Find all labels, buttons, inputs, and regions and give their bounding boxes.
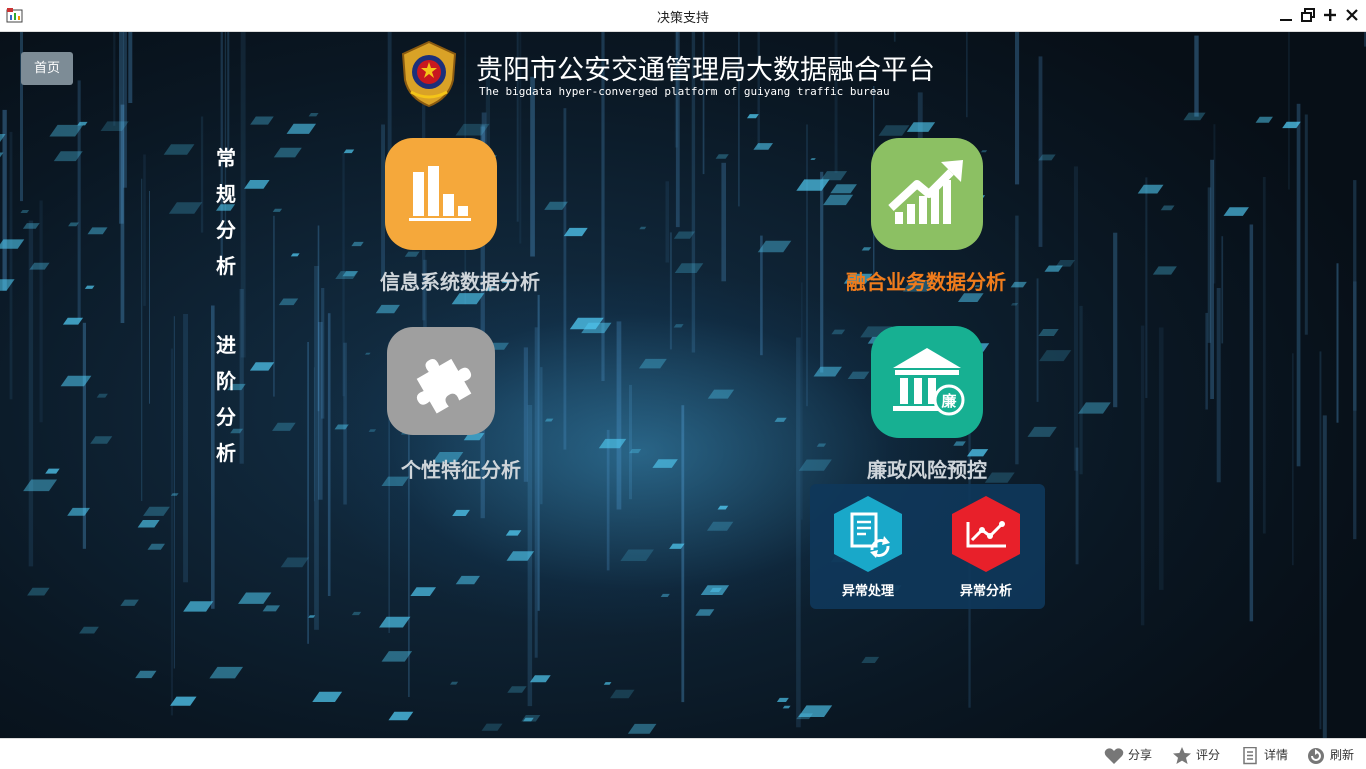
info-system-tile[interactable] <box>385 138 497 250</box>
window-titlebar: 决策支持 <box>0 0 1366 32</box>
line-chart-icon[interactable] <box>950 494 1022 574</box>
info-system-label[interactable]: 信息系统数据分析 <box>340 266 580 295</box>
rate-label: 评分 <box>1196 748 1221 762</box>
bottom-toolbar: 分享 评分 详情 刷新 <box>0 738 1366 769</box>
puzzle-icon <box>387 327 495 435</box>
minimize-icon[interactable] <box>1279 8 1293 22</box>
data-grid-background <box>0 32 1366 738</box>
personal-feature-label[interactable]: 个性特征分析 <box>341 454 581 483</box>
integrity-risk-tile[interactable]: 廉 <box>871 326 983 438</box>
svg-text:廉: 廉 <box>941 392 956 410</box>
police-emblem-icon <box>401 40 457 108</box>
refresh-icon <box>1308 748 1324 764</box>
home-button[interactable]: 首页 <box>21 52 73 85</box>
page-subtitle: The bigdata hyper-converged platform of … <box>479 85 890 98</box>
bar-chart-icon <box>385 138 497 250</box>
share-label: 分享 <box>1128 748 1153 762</box>
document-refresh-icon[interactable] <box>832 494 904 574</box>
document-icon <box>1243 747 1257 765</box>
anomaly-analysis-label[interactable]: 异常分析 <box>941 580 1031 599</box>
maximize-plus-icon[interactable] <box>1323 8 1337 22</box>
restore-icon[interactable] <box>1301 8 1315 22</box>
details-label: 详情 <box>1264 748 1289 762</box>
close-icon[interactable] <box>1345 8 1359 22</box>
side-menu-regular-analysis[interactable]: 常 规 分 析 <box>212 140 240 284</box>
fusion-business-label[interactable]: 融合业务数据分析 <box>806 266 1046 295</box>
trend-up-icon <box>871 138 983 250</box>
anomaly-handling-label[interactable]: 异常处理 <box>823 580 913 599</box>
personal-feature-tile[interactable] <box>387 327 495 435</box>
bank-icon: 廉 <box>871 326 983 438</box>
refresh-label: 刷新 <box>1330 748 1355 762</box>
dashboard-area: 首页 贵阳市公安交通管理局大数据融合平台 The bigdata hyper-c… <box>0 32 1366 738</box>
fusion-business-tile[interactable] <box>871 138 983 250</box>
heart-icon <box>1104 748 1124 764</box>
integrity-submenu-panel: 异常处理 异常分析 <box>810 484 1045 609</box>
page-title: 贵阳市公安交通管理局大数据融合平台 <box>476 55 935 86</box>
side-menu-advanced-analysis[interactable]: 进 阶 分 析 <box>212 327 240 471</box>
star-icon <box>1173 747 1191 764</box>
window-title: 决策支持 <box>656 11 709 26</box>
integrity-risk-label[interactable]: 廉政风险预控 <box>807 454 1047 483</box>
